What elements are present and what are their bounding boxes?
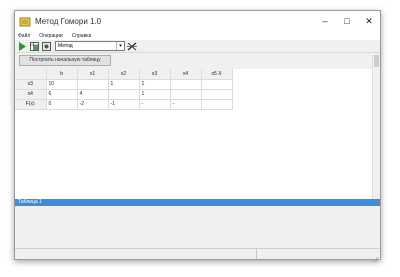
column-header: x4 xyxy=(170,69,202,80)
menu-bar: Файл Операции Справка xyxy=(15,31,380,40)
image-icon[interactable] xyxy=(41,41,51,51)
menu-operations[interactable]: Операции xyxy=(39,33,62,39)
chevron-down-icon[interactable]: ▾ xyxy=(116,42,124,50)
column-header: b xyxy=(46,69,78,80)
table-cell[interactable]: 1 xyxy=(139,79,171,90)
table-icon[interactable] xyxy=(29,41,39,51)
table-cell[interactable]: 1 xyxy=(108,79,140,90)
table-cell[interactable] xyxy=(201,79,233,90)
table-cell[interactable] xyxy=(170,89,202,100)
app-icon xyxy=(19,15,31,27)
column-header: х5 Х xyxy=(201,69,233,80)
menu-help[interactable]: Справка xyxy=(72,33,92,39)
table-cell[interactable]: -1 xyxy=(108,99,140,110)
window-title: Метод Гомори 1.0 xyxy=(35,16,102,26)
row-header: x4 xyxy=(15,89,47,100)
table-header-row: b x1 x2 x3 x4 х5 Х xyxy=(15,69,233,80)
table-row: x4 6 4 1 xyxy=(15,89,233,100)
close-button[interactable]: ✕ xyxy=(358,11,380,31)
table-cell[interactable]: 6 xyxy=(46,89,78,100)
column-header: x1 xyxy=(77,69,109,80)
table-cell[interactable]: - xyxy=(170,99,202,110)
table-cell[interactable]: - xyxy=(139,99,171,110)
row-header: x3 xyxy=(15,79,47,90)
minimize-button[interactable]: – xyxy=(314,11,336,31)
scrollbar-thumb[interactable] xyxy=(374,55,379,67)
table-cell[interactable]: 1 xyxy=(139,89,171,100)
simplex-table: b x1 x2 x3 x4 х5 Х x3 10 1 1 x4 6 4 1 F(… xyxy=(15,69,233,110)
table-cell[interactable] xyxy=(201,99,233,110)
table-info-bar: Таблица 1 xyxy=(15,199,380,206)
table-cell[interactable] xyxy=(108,89,140,100)
row-header: F(x) xyxy=(15,99,47,110)
status-pane-secondary xyxy=(257,249,371,259)
status-pane-main xyxy=(15,249,257,259)
table-corner xyxy=(15,69,47,80)
table-cell[interactable]: -2 xyxy=(77,99,109,110)
table-cell[interactable] xyxy=(201,89,233,100)
maximize-button[interactable]: □ xyxy=(336,11,358,31)
status-bar xyxy=(15,248,380,263)
menu-file[interactable]: Файл xyxy=(18,33,30,39)
table-cell[interactable] xyxy=(170,79,202,90)
table-row: F(x) 0 -2 -1 - - xyxy=(15,99,233,110)
column-header: x3 xyxy=(139,69,171,80)
resize-grip-icon[interactable] xyxy=(371,250,379,263)
simplex-table-area: b x1 x2 x3 x4 х5 Х x3 10 1 1 x4 6 4 1 F(… xyxy=(15,69,380,199)
method-select-value: Метод xyxy=(58,43,73,49)
vertical-scrollbar[interactable] xyxy=(372,55,380,199)
table-cell[interactable]: 10 xyxy=(46,79,78,90)
build-table-button[interactable]: Построить начальную таблицу xyxy=(19,54,111,66)
play-icon[interactable] xyxy=(17,41,27,51)
action-row: Построить начальную таблицу xyxy=(15,53,380,67)
title-bar: Метод Гомори 1.0 – □ ✕ xyxy=(15,11,380,31)
column-header: x2 xyxy=(108,69,140,80)
table-cell[interactable]: 0 xyxy=(46,99,78,110)
output-panel xyxy=(15,206,380,249)
toolbar: Метод ▾ xyxy=(15,40,380,53)
window-controls: – □ ✕ xyxy=(314,11,380,31)
table-row: x3 10 1 1 xyxy=(15,79,233,90)
table-cell[interactable] xyxy=(77,79,109,90)
app-window: Метод Гомори 1.0 – □ ✕ Файл Операции Спр… xyxy=(14,10,381,263)
table-cell[interactable]: 4 xyxy=(77,89,109,100)
split-icon[interactable] xyxy=(127,41,137,51)
method-select[interactable]: Метод ▾ xyxy=(55,41,125,51)
